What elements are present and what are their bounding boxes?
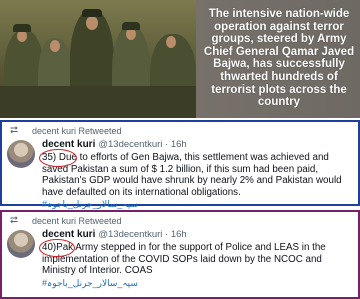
retweet-label: decent kuri Retweeted [32, 126, 122, 136]
retweet-indicator: ⮂ decent kuri Retweeted [10, 125, 122, 136]
tweet-card[interactable]: ⮂ decent kuri Retweeted decent kuri @13d… [0, 120, 360, 209]
hashtag-link[interactable]: #سپہ_سالار_جرنل_باجوہ [42, 278, 352, 290]
author-handle-time[interactable]: @13decentkuri · 16h [98, 139, 186, 150]
tweet-body: to efforts of Gen Bajwa, this settlement… [42, 152, 342, 198]
annotation-circle [39, 149, 77, 167]
retweet-indicator: ⮂ decent kuri Retweeted [10, 215, 122, 226]
tweet-header: decent kuri @13decentkuri · 16h [42, 139, 187, 150]
author-name[interactable]: decent kuri [42, 229, 95, 240]
avatar[interactable] [7, 230, 35, 258]
retweet-label: decent kuri Retweeted [32, 216, 122, 226]
avatar[interactable] [7, 140, 35, 168]
author-handle-time[interactable]: @13decentkuri · 16h [98, 229, 186, 240]
news-image-banner: The intensive nation-wide operation agai… [0, 0, 360, 118]
tweet-text: 35) Due to efforts of Gen Bajwa, this se… [42, 152, 352, 211]
tweet-body: Army stepped in for the support of Polic… [42, 242, 326, 277]
author-name[interactable]: decent kuri [42, 139, 95, 150]
retweet-icon: ⮂ [10, 125, 18, 136]
tweet-card[interactable]: ⮂ decent kuri Retweeted decent kuri @13d… [0, 210, 360, 299]
banner-caption: The intensive nation-wide operation agai… [203, 8, 355, 109]
tweet-text: 40)Pak Army stepped in for the support o… [42, 242, 352, 289]
tweet-header: decent kuri @13decentkuri · 16h [42, 229, 187, 240]
soldiers-photo [0, 0, 196, 118]
annotation-circle [39, 239, 75, 257]
retweet-icon: ⮂ [10, 215, 18, 226]
